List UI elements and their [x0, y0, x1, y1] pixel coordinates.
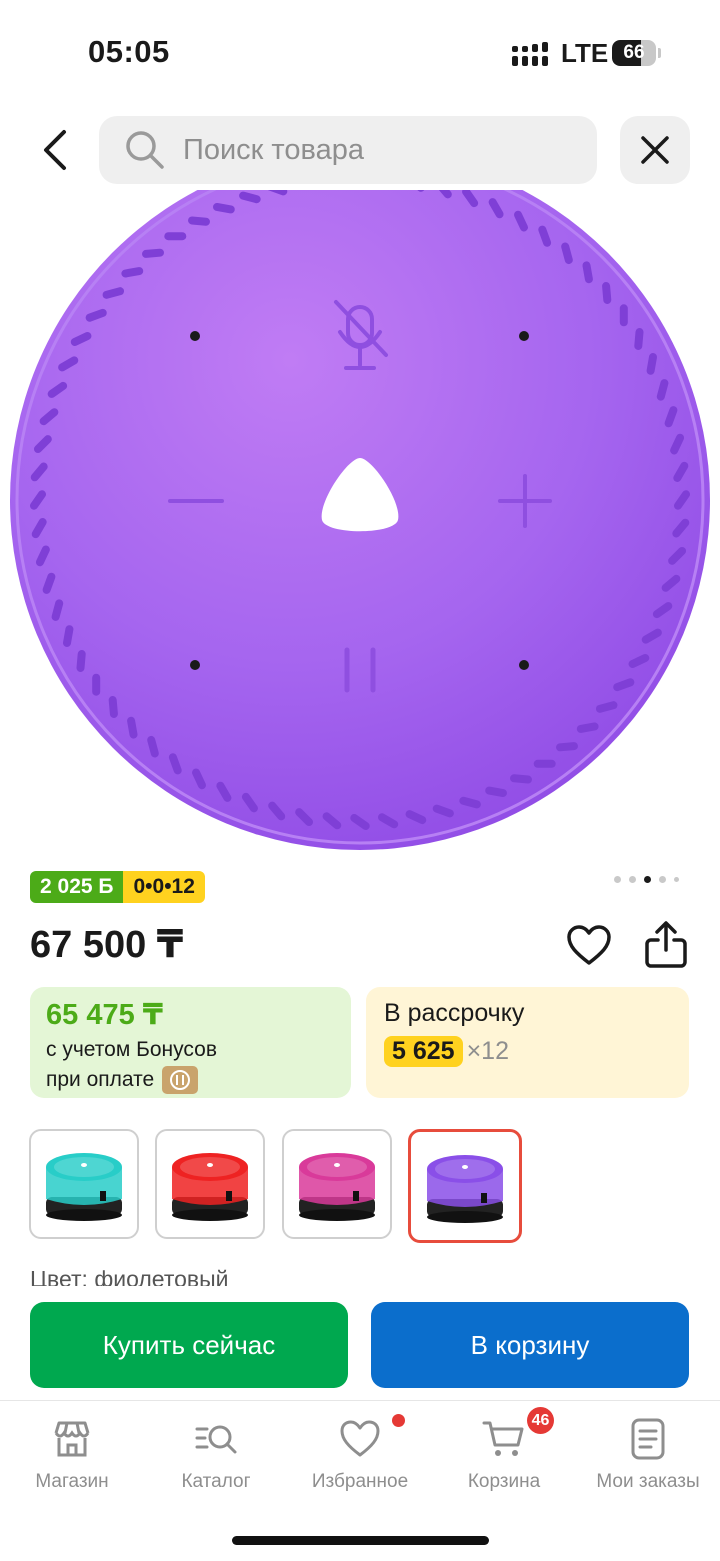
- bonus-price: 65 475 ₸: [46, 999, 163, 1031]
- gallery-pager: [614, 876, 679, 883]
- pager-dot: [629, 876, 636, 883]
- battery-icon: 66: [612, 40, 661, 66]
- network-type: LTE: [561, 38, 609, 68]
- status-time: 05:05: [88, 34, 170, 69]
- promo-badges: 2 025 Б 0•0•12: [30, 871, 205, 903]
- heart-icon: [340, 1420, 380, 1457]
- store-icon: [54, 1421, 90, 1457]
- back-button[interactable]: [30, 120, 80, 180]
- color-label: Цвет: фиолетовый: [30, 1266, 229, 1286]
- variant-turquoise[interactable]: [29, 1129, 139, 1239]
- installment-months: ×12: [466, 1037, 509, 1065]
- tab-cart[interactable]: Корзина: [432, 1417, 576, 1497]
- variant-purple[interactable]: [408, 1129, 522, 1243]
- variant-pink[interactable]: [282, 1129, 392, 1239]
- pager-dot: [644, 876, 651, 883]
- speaker-thumbnail-icon: [46, 1153, 122, 1221]
- tab-label: Каталог: [181, 1471, 251, 1492]
- close-icon: [641, 136, 669, 164]
- variant-red[interactable]: [155, 1129, 265, 1239]
- bonus-price-card[interactable]: 65 475 ₸ с учетом Бонусов при оплате: [30, 987, 351, 1098]
- bonus-note-2-row: при оплате: [46, 1066, 335, 1094]
- bonus-note-2: при оплате: [46, 1068, 155, 1091]
- search-icon: [126, 131, 164, 169]
- tab-favorites[interactable]: Избранное: [288, 1417, 432, 1497]
- heart-icon: [567, 925, 611, 965]
- installment-badge: 0•0•12: [123, 871, 205, 903]
- tab-label: Мои заказы: [596, 1471, 700, 1492]
- home-indicator: [232, 1536, 489, 1545]
- orders-icon: [631, 1418, 665, 1460]
- installment-monthly: 5 625: [384, 1036, 463, 1067]
- speaker-thumbnail-icon: [172, 1153, 248, 1221]
- status-bar: 05:05 LTE 66: [0, 0, 720, 100]
- speaker-thumbnail-icon: [299, 1153, 375, 1221]
- chevron-left-icon: [44, 130, 66, 170]
- close-button[interactable]: [620, 116, 690, 184]
- catalog-search-icon: [195, 1425, 237, 1454]
- pager-dot: [674, 877, 679, 882]
- tab-label: Избранное: [311, 1471, 409, 1492]
- signal-icon: [512, 42, 548, 66]
- buy-now-button[interactable]: Купить сейчас: [30, 1302, 348, 1388]
- favorite-button[interactable]: [566, 923, 612, 969]
- speaker-top-view: [10, 190, 710, 850]
- speaker-thumbnail-icon: [427, 1155, 503, 1223]
- product-price: 67 500 ₸: [30, 924, 184, 966]
- tab-bar: Магазин Каталог Избранное Корзина Мои за…: [0, 1400, 720, 1500]
- installment-card[interactable]: В рассрочку 5 625 ×12: [366, 987, 689, 1098]
- search-bar[interactable]: [99, 116, 597, 184]
- favorites-notification-dot: [392, 1414, 405, 1427]
- pager-dot: [659, 876, 666, 883]
- cart-icon: [482, 1421, 524, 1456]
- share-button[interactable]: [643, 920, 689, 970]
- bonus-note-1: с учетом Бонусов: [46, 1038, 217, 1061]
- installment-title: В рассрочку: [384, 999, 525, 1027]
- cart-count-badge: 46: [527, 1407, 554, 1434]
- grille-slot: [92, 673, 101, 696]
- grille-slot: [619, 304, 628, 327]
- product-image[interactable]: [0, 190, 720, 855]
- tab-label: Корзина: [467, 1471, 541, 1492]
- share-icon: [645, 921, 687, 968]
- add-to-cart-button[interactable]: В корзину: [371, 1302, 689, 1388]
- tab-store[interactable]: Магазин: [0, 1417, 144, 1497]
- search-input[interactable]: [183, 133, 583, 167]
- pager-dot: [614, 876, 621, 883]
- grille-slot: [164, 232, 187, 241]
- battery-percent: 66: [623, 42, 645, 63]
- tab-catalog[interactable]: Каталог: [144, 1417, 288, 1497]
- payment-method-icon: [162, 1066, 199, 1094]
- bonus-badge: 2 025 Б: [30, 871, 124, 903]
- grille-slot: [533, 759, 556, 768]
- tab-orders[interactable]: Мои заказы: [576, 1417, 720, 1497]
- tab-label: Магазин: [35, 1471, 109, 1492]
